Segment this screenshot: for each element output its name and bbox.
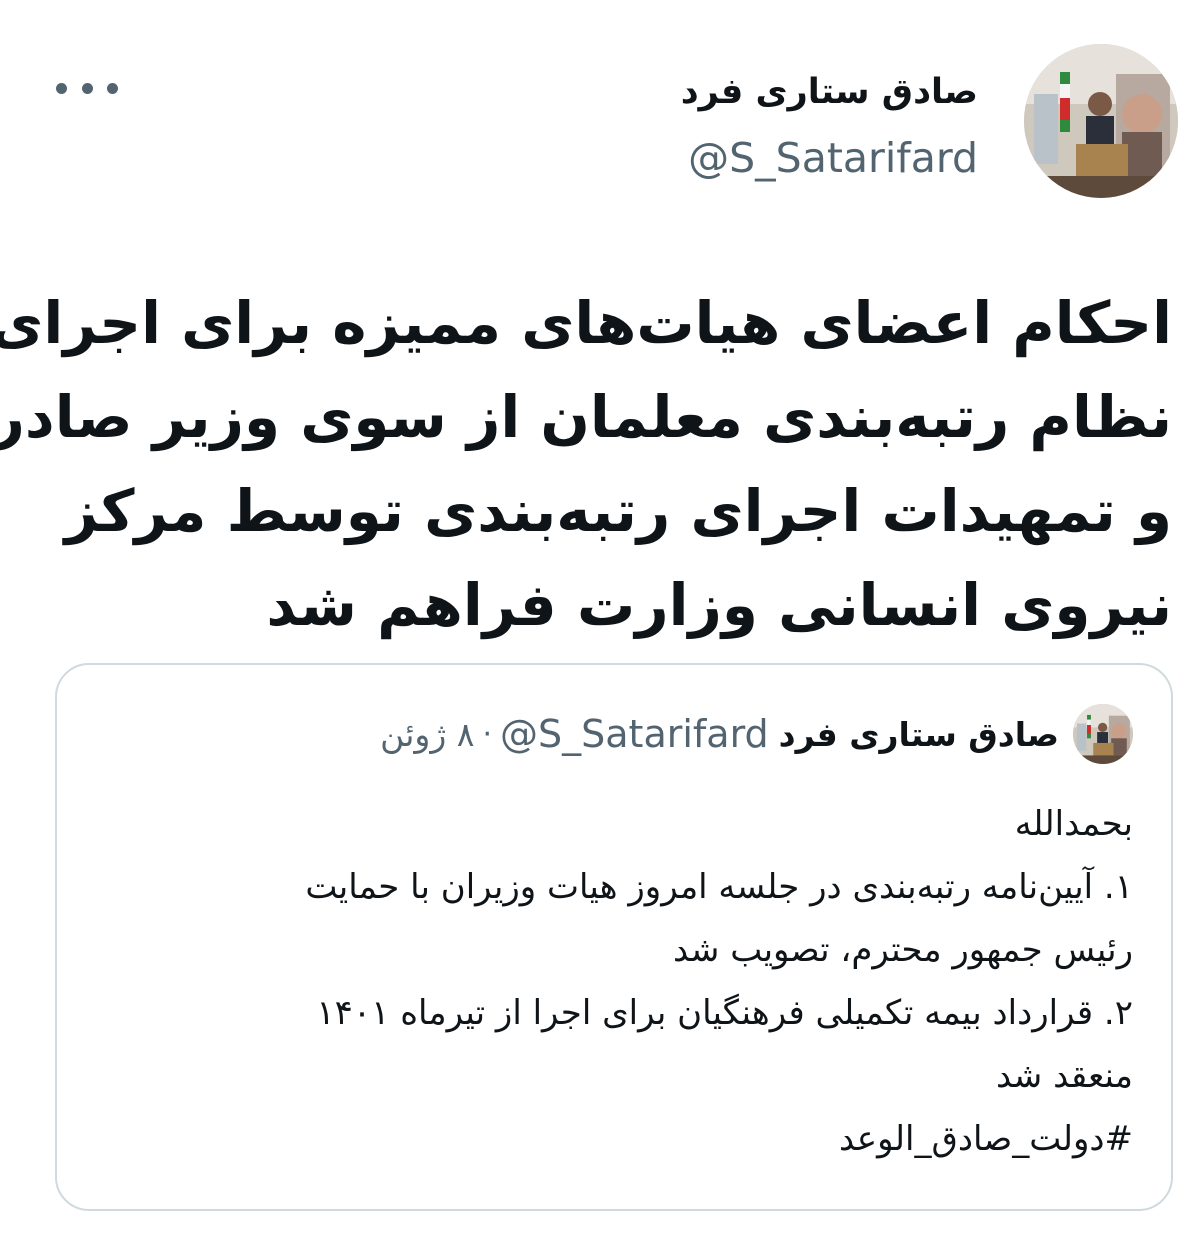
quoted-tweet-date: ۸ ژوئن <box>380 714 475 754</box>
more-options-icon[interactable] <box>56 70 118 106</box>
quoted-author-avatar <box>1073 704 1133 764</box>
tweet-text-line: احکام اعضای هیات‌های ممیزه برای اجرای <box>0 289 1172 357</box>
meta-separator: · <box>482 716 493 752</box>
quoted-text-line: بحمدالله <box>1014 804 1133 844</box>
author-handle[interactable]: @S_Satarifard <box>688 134 978 182</box>
hashtag-link[interactable]: #دولت_صادق_الوعد <box>93 1108 1133 1171</box>
quoted-text-line: منعقد شد <box>995 1056 1133 1096</box>
profile-photo-icon <box>1024 44 1178 198</box>
quoted-text-line: ۱. آیین‌نامه رتبه‌بندی در جلسه امروز هیا… <box>305 867 1133 907</box>
author-avatar[interactable] <box>1024 44 1178 198</box>
more-dot <box>107 82 118 94</box>
more-dot <box>56 82 67 94</box>
quoted-text-line: ۲. قرارداد بیمه تکمیلی فرهنگیان برای اجر… <box>316 993 1133 1033</box>
profile-photo-icon <box>1073 704 1133 764</box>
quoted-text-line: رئیس جمهور محترم، تصویب شد <box>673 930 1133 970</box>
quoted-tweet-text: بحمدالله ۱. آیین‌نامه رتبه‌بندی در جلسه … <box>93 793 1133 1171</box>
tweet-text-line: و تمهیدات اجرای رتبه‌بندی توسط مرکز <box>64 477 1172 545</box>
tweet-text: احکام اعضای هیات‌های ممیزه برای اجرای نظ… <box>0 276 1172 652</box>
tweet-text-line: نیروی انسانی وزارت فراهم شد <box>266 571 1172 639</box>
quoted-tweet-header: صادق ستاری فرد @S_Satarifard · ۸ ژوئن <box>380 703 1133 765</box>
tweet-card: صادق ستاری فرد @S_Satarifard احکام اعضای… <box>0 0 1200 1244</box>
more-dot <box>81 82 93 94</box>
tweet-text-line: نظام رتبه‌بندی معلمان از سوی وزیر صادر <box>0 383 1172 451</box>
quoted-author-handle: @S_Satarifard <box>500 712 769 756</box>
quoted-author-display-name: صادق ستاری فرد <box>778 714 1059 754</box>
author-display-name[interactable]: صادق ستاری فرد <box>681 72 978 112</box>
quoted-tweet[interactable]: صادق ستاری فرد @S_Satarifard · ۸ ژوئن بح… <box>55 663 1173 1211</box>
